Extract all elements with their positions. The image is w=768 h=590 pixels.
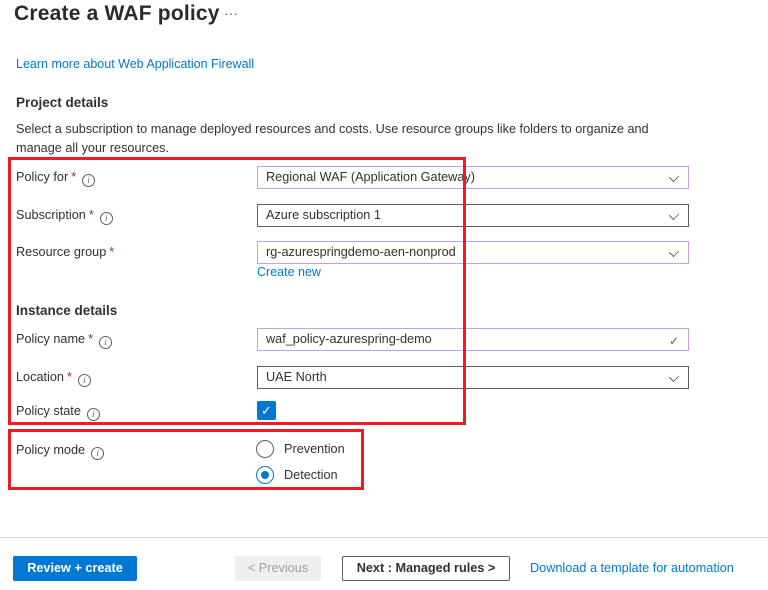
learn-more-link[interactable]: Learn more about Web Application Firewal… bbox=[16, 57, 254, 71]
policy-name-label: Policy name* i bbox=[16, 332, 112, 349]
review-create-button[interactable]: Review + create bbox=[13, 556, 137, 581]
previous-button: < Previous bbox=[235, 556, 321, 581]
policy-name-value: waf_policy-azurespring-demo bbox=[266, 332, 432, 346]
policy-mode-label-text: Policy mode bbox=[16, 443, 85, 457]
required-asterisk: * bbox=[109, 245, 114, 259]
chevron-down-icon bbox=[669, 247, 679, 257]
resource-group-label: Resource group* bbox=[16, 245, 114, 259]
radio-prevention-label: Prevention bbox=[284, 442, 345, 456]
policy-mode-label: Policy mode i bbox=[16, 443, 104, 460]
resource-group-label-text: Resource group bbox=[16, 245, 106, 259]
create-waf-policy-page: Create a WAF policy ··· Learn more about… bbox=[0, 0, 768, 590]
policy-for-value: Regional WAF (Application Gateway) bbox=[266, 170, 475, 184]
policy-for-dropdown[interactable]: Regional WAF (Application Gateway) bbox=[257, 166, 689, 189]
info-icon[interactable]: i bbox=[100, 212, 113, 225]
radio-prevention[interactable] bbox=[256, 440, 274, 458]
policy-state-label-text: Policy state bbox=[16, 404, 81, 418]
policy-name-label-text: Policy name bbox=[16, 332, 85, 346]
location-label: Location* i bbox=[16, 370, 91, 387]
required-asterisk: * bbox=[89, 208, 94, 222]
info-icon[interactable]: i bbox=[87, 408, 100, 421]
location-label-text: Location bbox=[16, 370, 64, 384]
policy-for-label-text: Policy for bbox=[16, 170, 68, 184]
project-details-description: Select a subscription to manage deployed… bbox=[16, 120, 688, 158]
chevron-down-icon bbox=[669, 372, 679, 382]
subscription-label: Subscription* i bbox=[16, 208, 113, 225]
policy-state-label: Policy state i bbox=[16, 404, 100, 421]
subscription-dropdown[interactable]: Azure subscription 1 bbox=[257, 204, 689, 227]
more-menu-icon[interactable]: ··· bbox=[224, 5, 238, 21]
project-details-heading: Project details bbox=[16, 95, 108, 110]
required-asterisk: * bbox=[67, 370, 72, 384]
policy-state-checkbox[interactable]: ✓ bbox=[257, 401, 276, 420]
subscription-label-text: Subscription bbox=[16, 208, 86, 222]
resource-group-dropdown[interactable]: rg-azurespringdemo-aen-nonprod bbox=[257, 241, 689, 264]
required-asterisk: * bbox=[88, 332, 93, 346]
info-icon[interactable]: i bbox=[91, 447, 104, 460]
chevron-down-icon bbox=[669, 210, 679, 220]
footer-divider bbox=[0, 537, 768, 538]
next-managed-rules-button[interactable]: Next : Managed rules > bbox=[342, 556, 510, 581]
location-dropdown[interactable]: UAE North bbox=[257, 366, 689, 389]
subscription-value: Azure subscription 1 bbox=[266, 208, 381, 222]
chevron-down-icon bbox=[669, 172, 679, 182]
resource-group-value: rg-azurespringdemo-aen-nonprod bbox=[266, 245, 456, 259]
download-template-link[interactable]: Download a template for automation bbox=[530, 561, 734, 575]
location-value: UAE North bbox=[266, 370, 327, 384]
info-icon[interactable]: i bbox=[82, 174, 95, 187]
policy-name-input[interactable]: waf_policy-azurespring-demo ✓ bbox=[257, 328, 689, 351]
radio-detection-label: Detection bbox=[284, 468, 338, 482]
radio-detection[interactable] bbox=[256, 466, 274, 484]
info-icon[interactable]: i bbox=[78, 374, 91, 387]
page-title: Create a WAF policy bbox=[14, 2, 220, 26]
valid-check-icon: ✓ bbox=[669, 331, 679, 352]
info-icon[interactable]: i bbox=[99, 336, 112, 349]
required-asterisk: * bbox=[71, 170, 76, 184]
policy-for-label: Policy for* i bbox=[16, 170, 95, 187]
instance-details-heading: Instance details bbox=[16, 303, 117, 318]
create-new-link[interactable]: Create new bbox=[257, 265, 321, 279]
